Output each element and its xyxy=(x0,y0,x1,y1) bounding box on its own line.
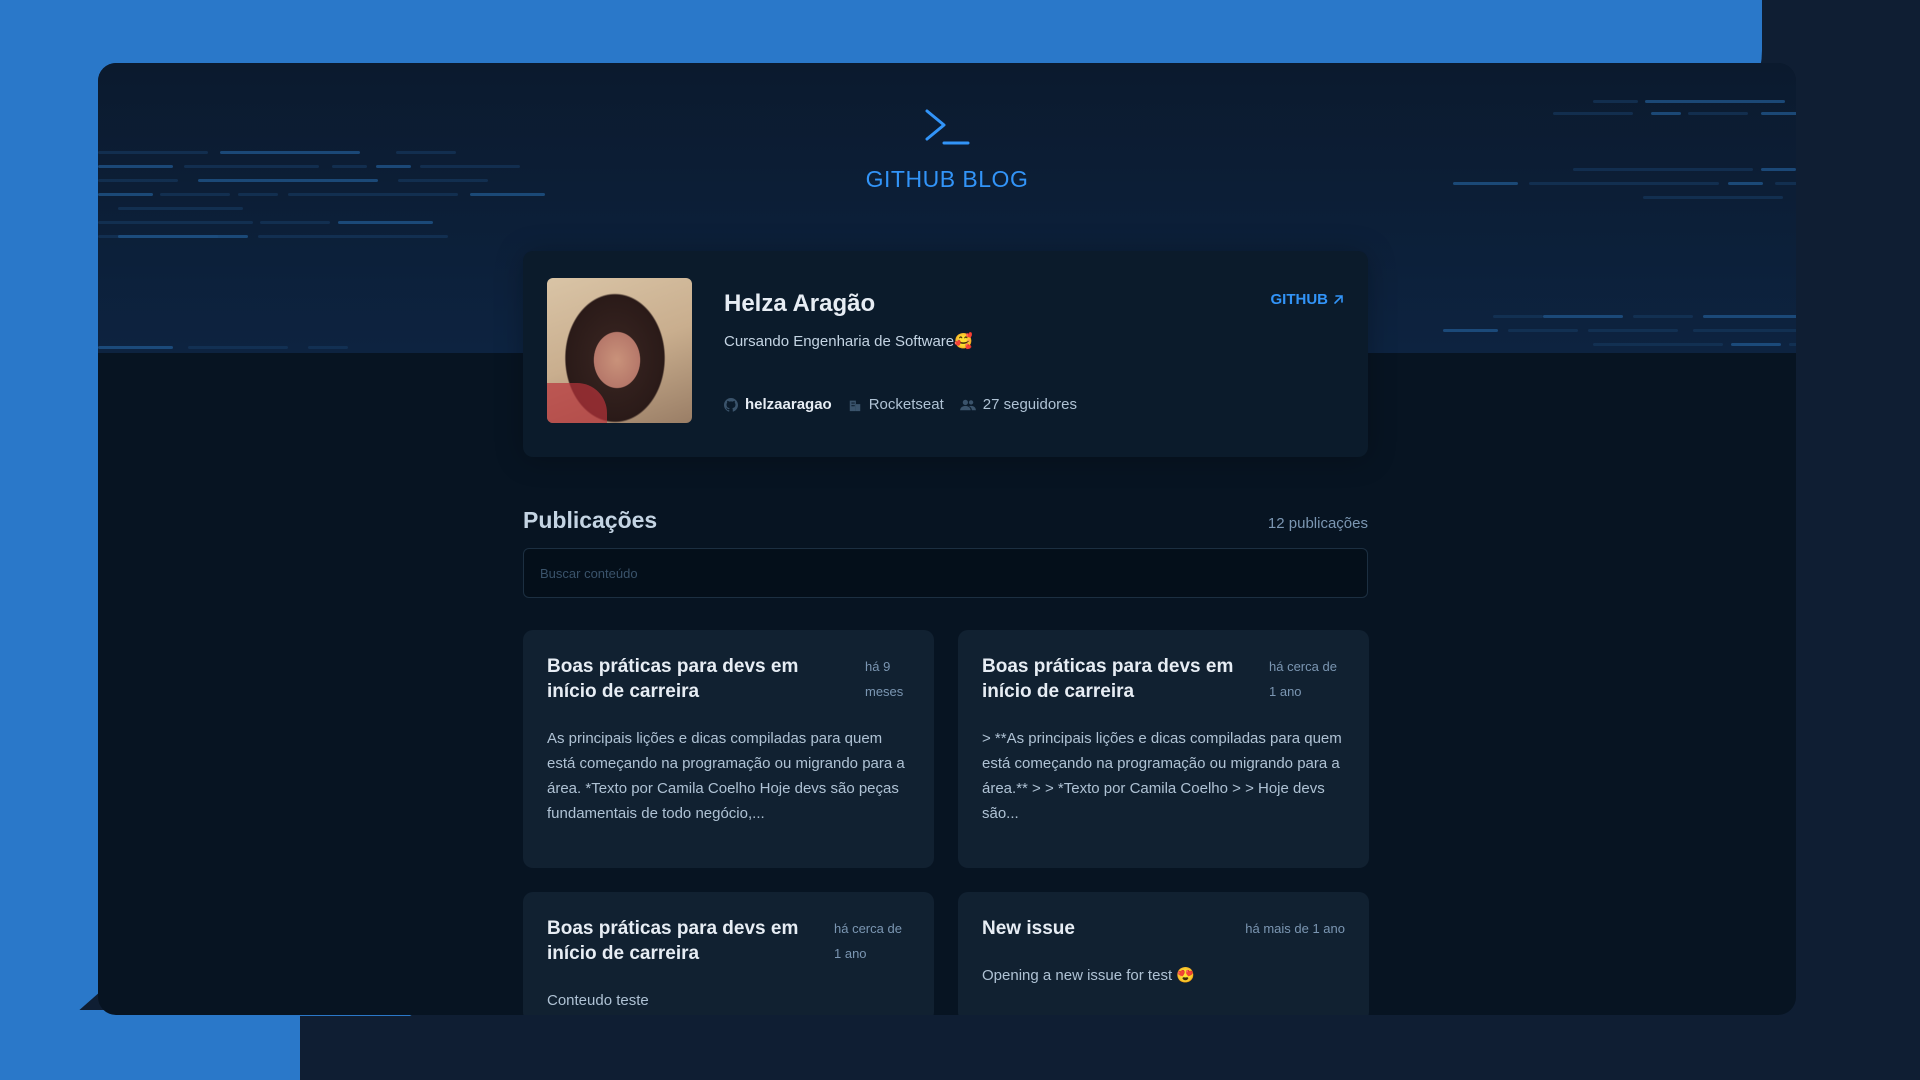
background-dark-bottom xyxy=(300,1016,1920,1080)
post-card[interactable]: Boas práticas para devs em início de car… xyxy=(523,892,934,1015)
post-title: Boas práticas para devs em início de car… xyxy=(547,656,799,702)
github-icon xyxy=(724,397,738,412)
publications-title: Publicações xyxy=(523,507,658,533)
users-icon xyxy=(959,399,976,410)
github-profile-link[interactable]: GITHUB xyxy=(1271,291,1345,308)
post-list: Boas práticas para devs em início de car… xyxy=(523,630,1369,1015)
post-date: há cerca de 1 ano xyxy=(1269,659,1337,699)
post-date: há 9 meses xyxy=(865,659,904,699)
company-text: Rocketseat xyxy=(868,396,944,413)
building-icon xyxy=(849,400,860,411)
terminal-icon xyxy=(925,109,970,145)
github-link-label: GITHUB xyxy=(1270,291,1329,308)
profile-username: helzaaragao xyxy=(724,396,832,413)
app-window: GITHUB BLOG Helza Aragão Cursando Engenh… xyxy=(98,63,1796,1015)
post-card[interactable]: New issue há mais de 1 ano Opening a new… xyxy=(958,892,1369,1015)
username-text: helzaaragao xyxy=(745,396,832,413)
post-excerpt: Conteudo teste xyxy=(547,992,649,1009)
profile-name: Helza Aragão xyxy=(724,290,876,317)
avatar xyxy=(547,278,692,423)
post-date: há mais de 1 ano xyxy=(1245,921,1345,936)
post-date: há cerca de 1 ano xyxy=(834,921,902,961)
profile-info: Helza Aragão Cursando Engenharia de Soft… xyxy=(724,278,1344,430)
profile-card: Helza Aragão Cursando Engenharia de Soft… xyxy=(523,251,1368,457)
profile-bio: Cursando Engenharia de Software🥰 xyxy=(724,333,973,350)
post-card[interactable]: Boas práticas para devs em início de car… xyxy=(523,630,934,868)
followers-text: 27 seguidores xyxy=(982,396,1077,413)
profile-company: Rocketseat xyxy=(848,396,944,413)
publications-header: Publicações 12 publicações xyxy=(523,507,1368,534)
profile-followers: 27 seguidores xyxy=(959,396,1077,413)
external-arrow-icon xyxy=(1334,294,1343,304)
post-title: Boas práticas para devs em início de car… xyxy=(547,918,799,964)
post-card[interactable]: Boas práticas para devs em início de car… xyxy=(958,630,1369,868)
post-excerpt: > **As principais lições e dicas compila… xyxy=(982,730,1342,822)
publications-count: 12 publicações xyxy=(1267,515,1368,532)
profile-meta: helzaaragao Rocketseat 27 seguidores xyxy=(724,396,1077,413)
post-excerpt: As principais lições e dicas compiladas … xyxy=(547,730,905,822)
post-title: New issue xyxy=(982,918,1075,939)
search-input[interactable] xyxy=(523,548,1368,598)
main-content: Helza Aragão Cursando Engenharia de Soft… xyxy=(523,251,1369,1015)
post-excerpt: Opening a new issue for test 😍 xyxy=(982,967,1195,984)
background-blue-shape-left xyxy=(0,0,98,1080)
brand-title: GITHUB BLOG xyxy=(865,166,1029,192)
post-title: Boas práticas para devs em início de car… xyxy=(982,656,1234,702)
brand-logo[interactable]: GITHUB BLOG xyxy=(98,108,1796,193)
